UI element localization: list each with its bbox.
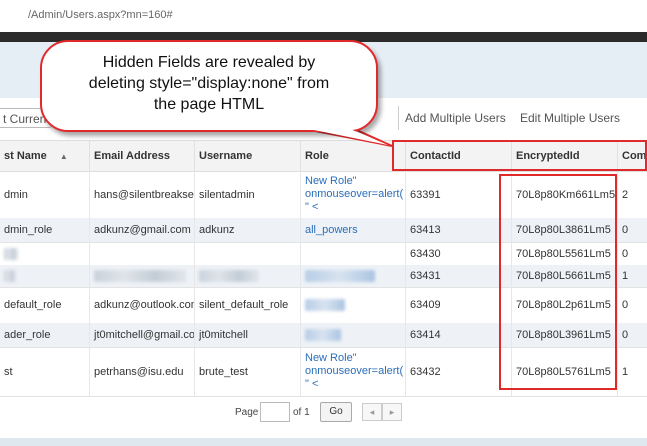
role-line: " < xyxy=(305,201,319,213)
cell-contact-id: 63391 xyxy=(405,171,511,218)
redacted-cell xyxy=(0,265,89,287)
cell-last-name: ader_role xyxy=(4,329,51,341)
column-header-email[interactable]: Email Address xyxy=(89,141,194,171)
cell-role-link[interactable]: New Role" onmouseover=alert( " < xyxy=(300,171,405,218)
redacted-cell xyxy=(300,287,405,323)
encrypted-id-highlight xyxy=(499,174,617,390)
cell-contact-id: 63432 xyxy=(405,347,511,396)
column-header-role[interactable]: Role xyxy=(300,141,405,171)
cell-comp: 0 xyxy=(617,242,647,265)
cell-email: adkunz@outlook.com xyxy=(89,287,194,323)
cell-contact-id: 63413 xyxy=(405,218,511,242)
cell-last-name: default_role xyxy=(4,299,62,311)
page-number-input[interactable] xyxy=(260,402,290,422)
footer-strip xyxy=(0,438,647,446)
callout-line: the page HTML xyxy=(153,96,265,113)
redacted-cell xyxy=(194,265,300,287)
cell-comp: 1 xyxy=(617,265,647,287)
cell-contact-id: 63409 xyxy=(405,287,511,323)
callout-text: Hidden Fields are revealed by deleting s… xyxy=(40,52,378,115)
next-page-icon[interactable]: ▸ xyxy=(382,403,402,421)
prev-page-icon[interactable]: ◂ xyxy=(362,403,382,421)
sort-ascending-icon: ▲ xyxy=(59,152,68,161)
cell-username: adkunz xyxy=(194,218,300,242)
cell-username: silentadmin xyxy=(194,171,300,218)
redacted-cell xyxy=(89,242,194,265)
cell-comp: 0 xyxy=(617,323,647,347)
role-line: New Role" xyxy=(305,352,357,364)
callout-line: deleting style="display:none" from xyxy=(88,75,330,92)
cell-username: jt0mitchell xyxy=(194,323,300,347)
cell-email: petrhans@isu.edu xyxy=(89,347,194,396)
column-header-label: st Name xyxy=(4,150,47,162)
cell-comp: 2 xyxy=(617,171,647,218)
cell-contact-id: 63414 xyxy=(405,323,511,347)
cell-last-name: dmin xyxy=(4,188,28,201)
go-button[interactable]: Go xyxy=(320,402,352,422)
redacted-cell xyxy=(300,265,405,287)
cell-comp: 0 xyxy=(617,218,647,242)
role-line: " < xyxy=(305,378,319,390)
grid-pager: Page of 1 Go ◂ ▸ xyxy=(0,397,647,429)
cell-role-link[interactable]: New Role" onmouseover=alert( " < xyxy=(300,347,405,396)
cell-role-link[interactable]: all_powers xyxy=(300,218,405,242)
cell-username: silent_default_role xyxy=(194,287,300,323)
cell-comp: 1 xyxy=(617,347,647,396)
role-line: onmouseover=alert( xyxy=(305,365,404,377)
add-multiple-users-button[interactable]: Add Multiple Users xyxy=(405,111,506,125)
cell-comp: 0 xyxy=(617,287,647,323)
callout-line: Hidden Fields are revealed by xyxy=(102,54,316,71)
redacted-cell xyxy=(194,242,300,265)
address-bar[interactable]: /Admin/Users.aspx?mn=160# xyxy=(0,0,647,33)
hidden-columns-highlight xyxy=(392,140,647,171)
column-header-username[interactable]: Username xyxy=(194,141,300,171)
cell-username: brute_test xyxy=(194,347,300,396)
cell-last-name: st xyxy=(4,365,13,378)
redacted-cell xyxy=(89,265,194,287)
redacted-cell xyxy=(300,242,405,265)
toolbar-divider xyxy=(398,106,399,130)
role-line: New Role" xyxy=(305,175,357,187)
cell-last-name: dmin_role xyxy=(4,224,53,236)
page-count-label: of 1 xyxy=(293,407,310,418)
column-header-last-name[interactable]: st Name ▲ xyxy=(0,141,89,171)
cell-contact-id: 63430 xyxy=(405,242,511,265)
redacted-cell xyxy=(0,242,89,265)
address-url[interactable]: /Admin/Users.aspx?mn=160# xyxy=(28,9,173,21)
cell-email: jt0mitchell@gmail.co xyxy=(89,323,194,347)
page-label: Page xyxy=(235,407,259,418)
cell-contact-id: 63431 xyxy=(405,265,511,287)
cell-email: hans@silentbreaksec xyxy=(89,171,194,218)
edit-multiple-users-button[interactable]: Edit Multiple Users xyxy=(520,111,620,125)
cell-email: adkunz@gmail.com xyxy=(89,218,194,242)
role-line: onmouseover=alert( xyxy=(305,188,404,200)
redacted-cell xyxy=(300,323,405,347)
